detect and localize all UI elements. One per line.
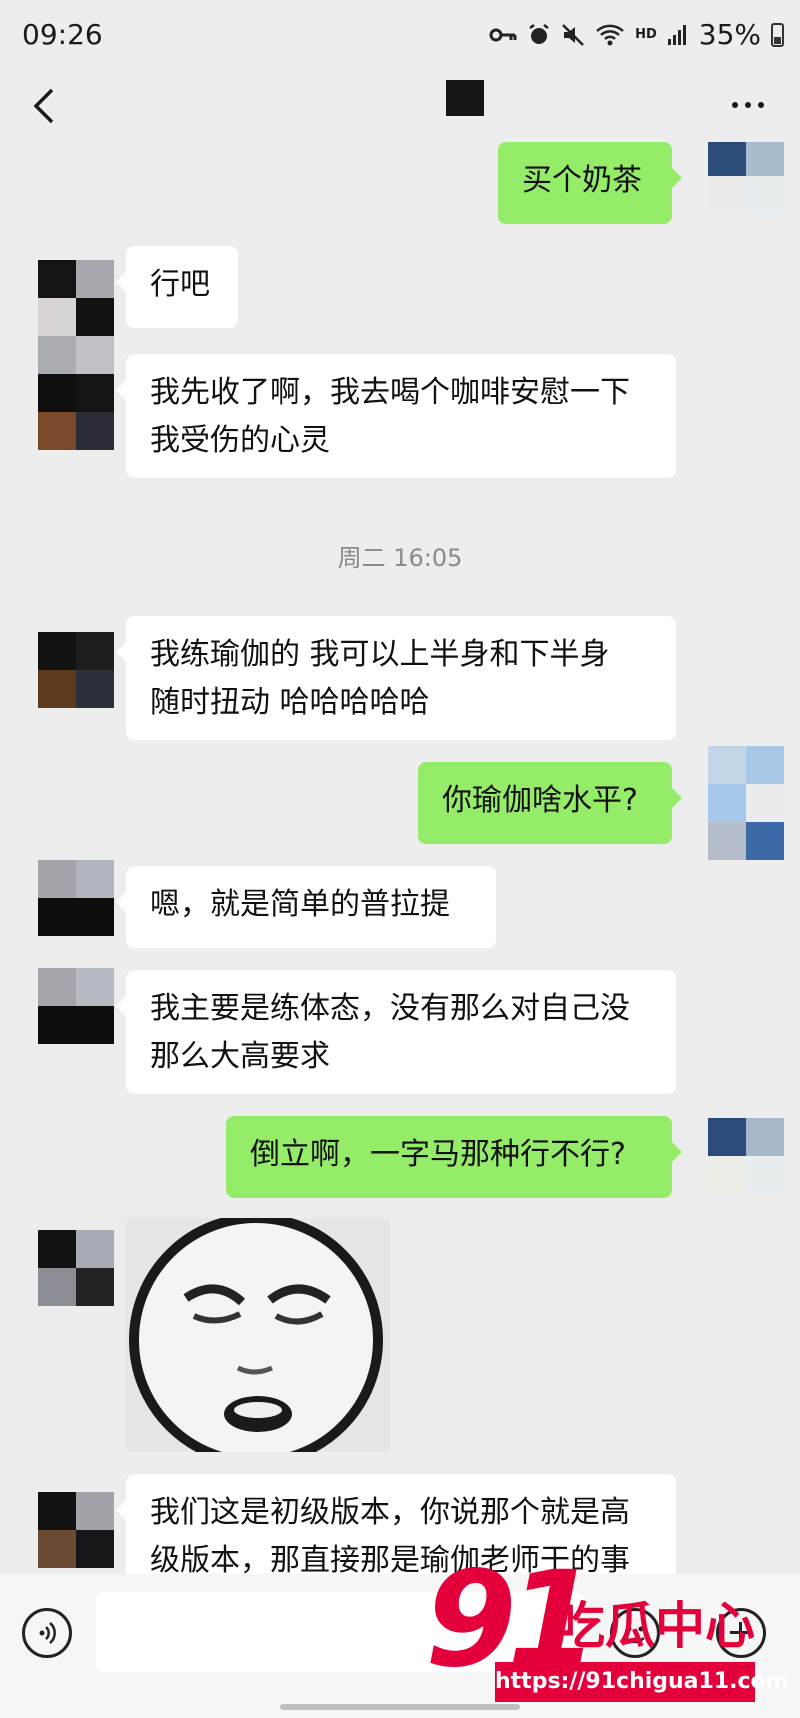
message-bubble-incoming[interactable]: 我主要是练体态，没有那么对自己没 那么大高要求 (116, 970, 676, 1094)
voice-icon (39, 1622, 56, 1644)
more-button[interactable] (732, 102, 764, 108)
avatar-self[interactable] (708, 746, 784, 860)
watermark-name: 吃瓜中心 (555, 1597, 755, 1655)
avatar-contact[interactable] (38, 1492, 114, 1568)
avatar-contact[interactable] (38, 860, 114, 936)
wifi-icon (596, 24, 624, 45)
mute-icon (562, 23, 584, 46)
message-bubble-outgoing[interactable]: 买个奶茶 (498, 142, 682, 224)
message-bubble-incoming[interactable]: 我先收了啊，我去喝个咖啡安慰一下 我受伤的心灵 (116, 354, 676, 478)
signal-icon (667, 24, 686, 45)
message-bubble-incoming[interactable]: 我们这是初级版本，你说那个就是高 级版本，那直接那是瑜伽老师干的事 (116, 1474, 676, 1574)
battery-icon (771, 22, 784, 47)
face-sticker-icon (126, 1218, 390, 1452)
avatar-self[interactable] (708, 1118, 784, 1194)
watermark: 91 吃瓜中心 https://91chigua11.com (425, 1554, 795, 1710)
chat-header (0, 72, 800, 142)
message-bubble-incoming[interactable]: 嗯，就是简单的普拉提 (116, 866, 496, 948)
alarm-icon (529, 23, 549, 44)
status-icons: HD 35% (489, 18, 784, 51)
back-button[interactable] (26, 82, 66, 130)
voice-button[interactable] (22, 1608, 72, 1658)
time-divider: 周二 16:05 (337, 544, 463, 572)
avatar-contact[interactable] (38, 632, 114, 708)
status-bar: 09:26 HD 35% (0, 0, 800, 72)
face-sticker[interactable] (126, 1218, 390, 1452)
watermark-url: https://91chigua11.com (495, 1662, 789, 1702)
message-bubble-outgoing[interactable]: 你瑜伽啥水平? (418, 762, 682, 844)
avatar-contact[interactable] (38, 968, 114, 1044)
ellipsis-icon (732, 102, 738, 108)
key-icon (489, 28, 517, 41)
battery-percent: 35% (698, 18, 761, 51)
chevron-left-icon (33, 88, 54, 124)
message-bubble-outgoing[interactable]: 倒立啊，一字马那种行不行? (226, 1116, 682, 1198)
message-bubble-incoming[interactable]: 行吧 (116, 246, 238, 328)
hd-icon: HD (635, 27, 657, 42)
avatar-self[interactable] (708, 142, 784, 214)
message-bubble-incoming[interactable]: 我练瑜伽的 我可以上半身和下半身 随时扭动 哈哈哈哈哈 (116, 616, 676, 740)
avatar-contact[interactable] (38, 260, 114, 450)
status-time: 09:26 (22, 18, 103, 51)
chat-messages[interactable]: 买个奶茶 行吧 我先收了啊，我去喝个咖啡安慰一下 我受伤的心灵 周二 16:05… (0, 142, 800, 1574)
contact-name-redacted (446, 80, 484, 116)
avatar-contact[interactable] (38, 1230, 114, 1306)
